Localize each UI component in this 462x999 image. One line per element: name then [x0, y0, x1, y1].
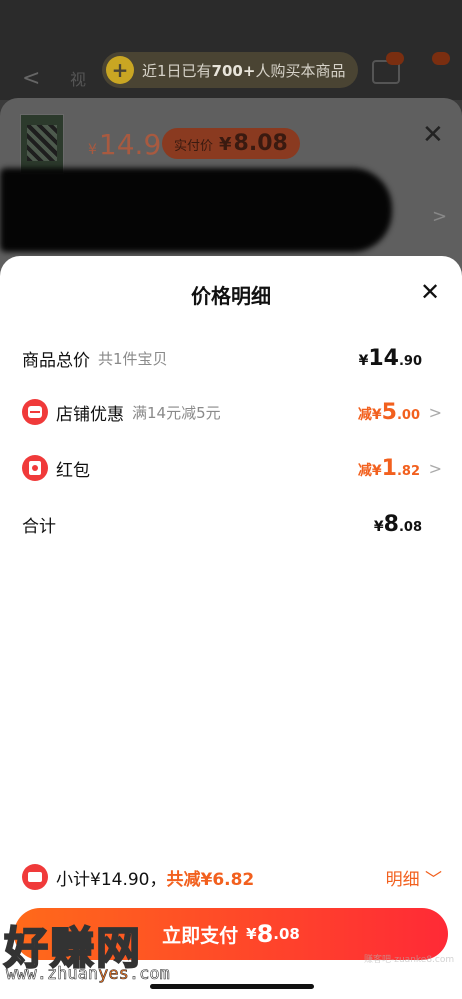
saving-text: 共减¥6.82 — [166, 869, 255, 890]
discount-amount: 减¥5.00 — [357, 399, 420, 425]
row-total-price: 商品总价 共1件宝贝 ¥14.90 — [22, 342, 442, 374]
chevron-right-icon: > — [432, 206, 448, 227]
back-icon[interactable]: < — [22, 66, 40, 91]
pay-button-label: 立即支付 — [162, 924, 239, 947]
pay-int: 8 — [256, 920, 274, 948]
pay-dec: .08 — [273, 925, 300, 943]
home-indicator[interactable] — [150, 984, 314, 989]
row-grand-total: 合计 ¥8.08 — [22, 508, 442, 540]
row-red-packet[interactable]: 红包 减¥1.82 > — [22, 452, 442, 484]
redaction-block — [0, 168, 392, 252]
actual-price-pill: 实付价 ¥8.08 — [162, 128, 300, 159]
amount: ¥14.90 — [358, 345, 422, 371]
chevron-right-icon: > — [428, 458, 442, 478]
notification-badge — [432, 52, 451, 65]
product-thumbnail — [20, 114, 64, 174]
pay-currency: ¥ — [246, 925, 257, 943]
row-sub: 共1件宝贝 — [98, 349, 168, 368]
product-price: ¥14.9 — [88, 128, 162, 161]
subtotal-text: 小计¥14.90， — [56, 869, 167, 890]
discount-amount: 减¥1.82 — [357, 455, 420, 481]
row-label: 商品总价 — [22, 350, 90, 371]
close-icon[interactable]: ✕ — [420, 278, 440, 306]
coupon-icon — [22, 864, 48, 890]
row-label: 合计 — [22, 516, 56, 537]
price-detail-sheet: 价格明细 ✕ 商品总价 共1件宝贝 ¥14.90 店铺优惠 满14元减5元 减¥… — [0, 256, 462, 999]
amount: ¥8.08 — [373, 511, 422, 537]
pay-now-button[interactable]: 立即支付 ¥8.08 — [14, 908, 448, 960]
red-packet-icon — [22, 455, 48, 481]
close-icon[interactable]: ✕ — [422, 120, 444, 150]
notification-badge — [386, 52, 405, 65]
plus-icon: + — [106, 56, 134, 84]
shop-icon — [22, 399, 48, 425]
purchase-promo-pill: + 近1日已有700+人购买本商品 — [102, 52, 358, 88]
promo-text: 近1日已有700+人购买本商品 — [142, 61, 346, 80]
row-label: 店铺优惠 — [56, 404, 124, 425]
detail-toggle[interactable]: 明细 ﹀ — [386, 865, 442, 890]
nav-text: 视 — [70, 70, 87, 89]
chevron-right-icon: > — [428, 402, 442, 422]
row-label: 红包 — [56, 460, 90, 481]
row-shop-discount[interactable]: 店铺优惠 满14元减5元 减¥5.00 > — [22, 396, 442, 428]
row-sub: 满14元减5元 — [132, 403, 221, 422]
sheet-title: 价格明细 — [191, 284, 271, 308]
subtotal-row: 小计¥14.90， 共减¥6.82 明细 ﹀ — [22, 860, 442, 894]
